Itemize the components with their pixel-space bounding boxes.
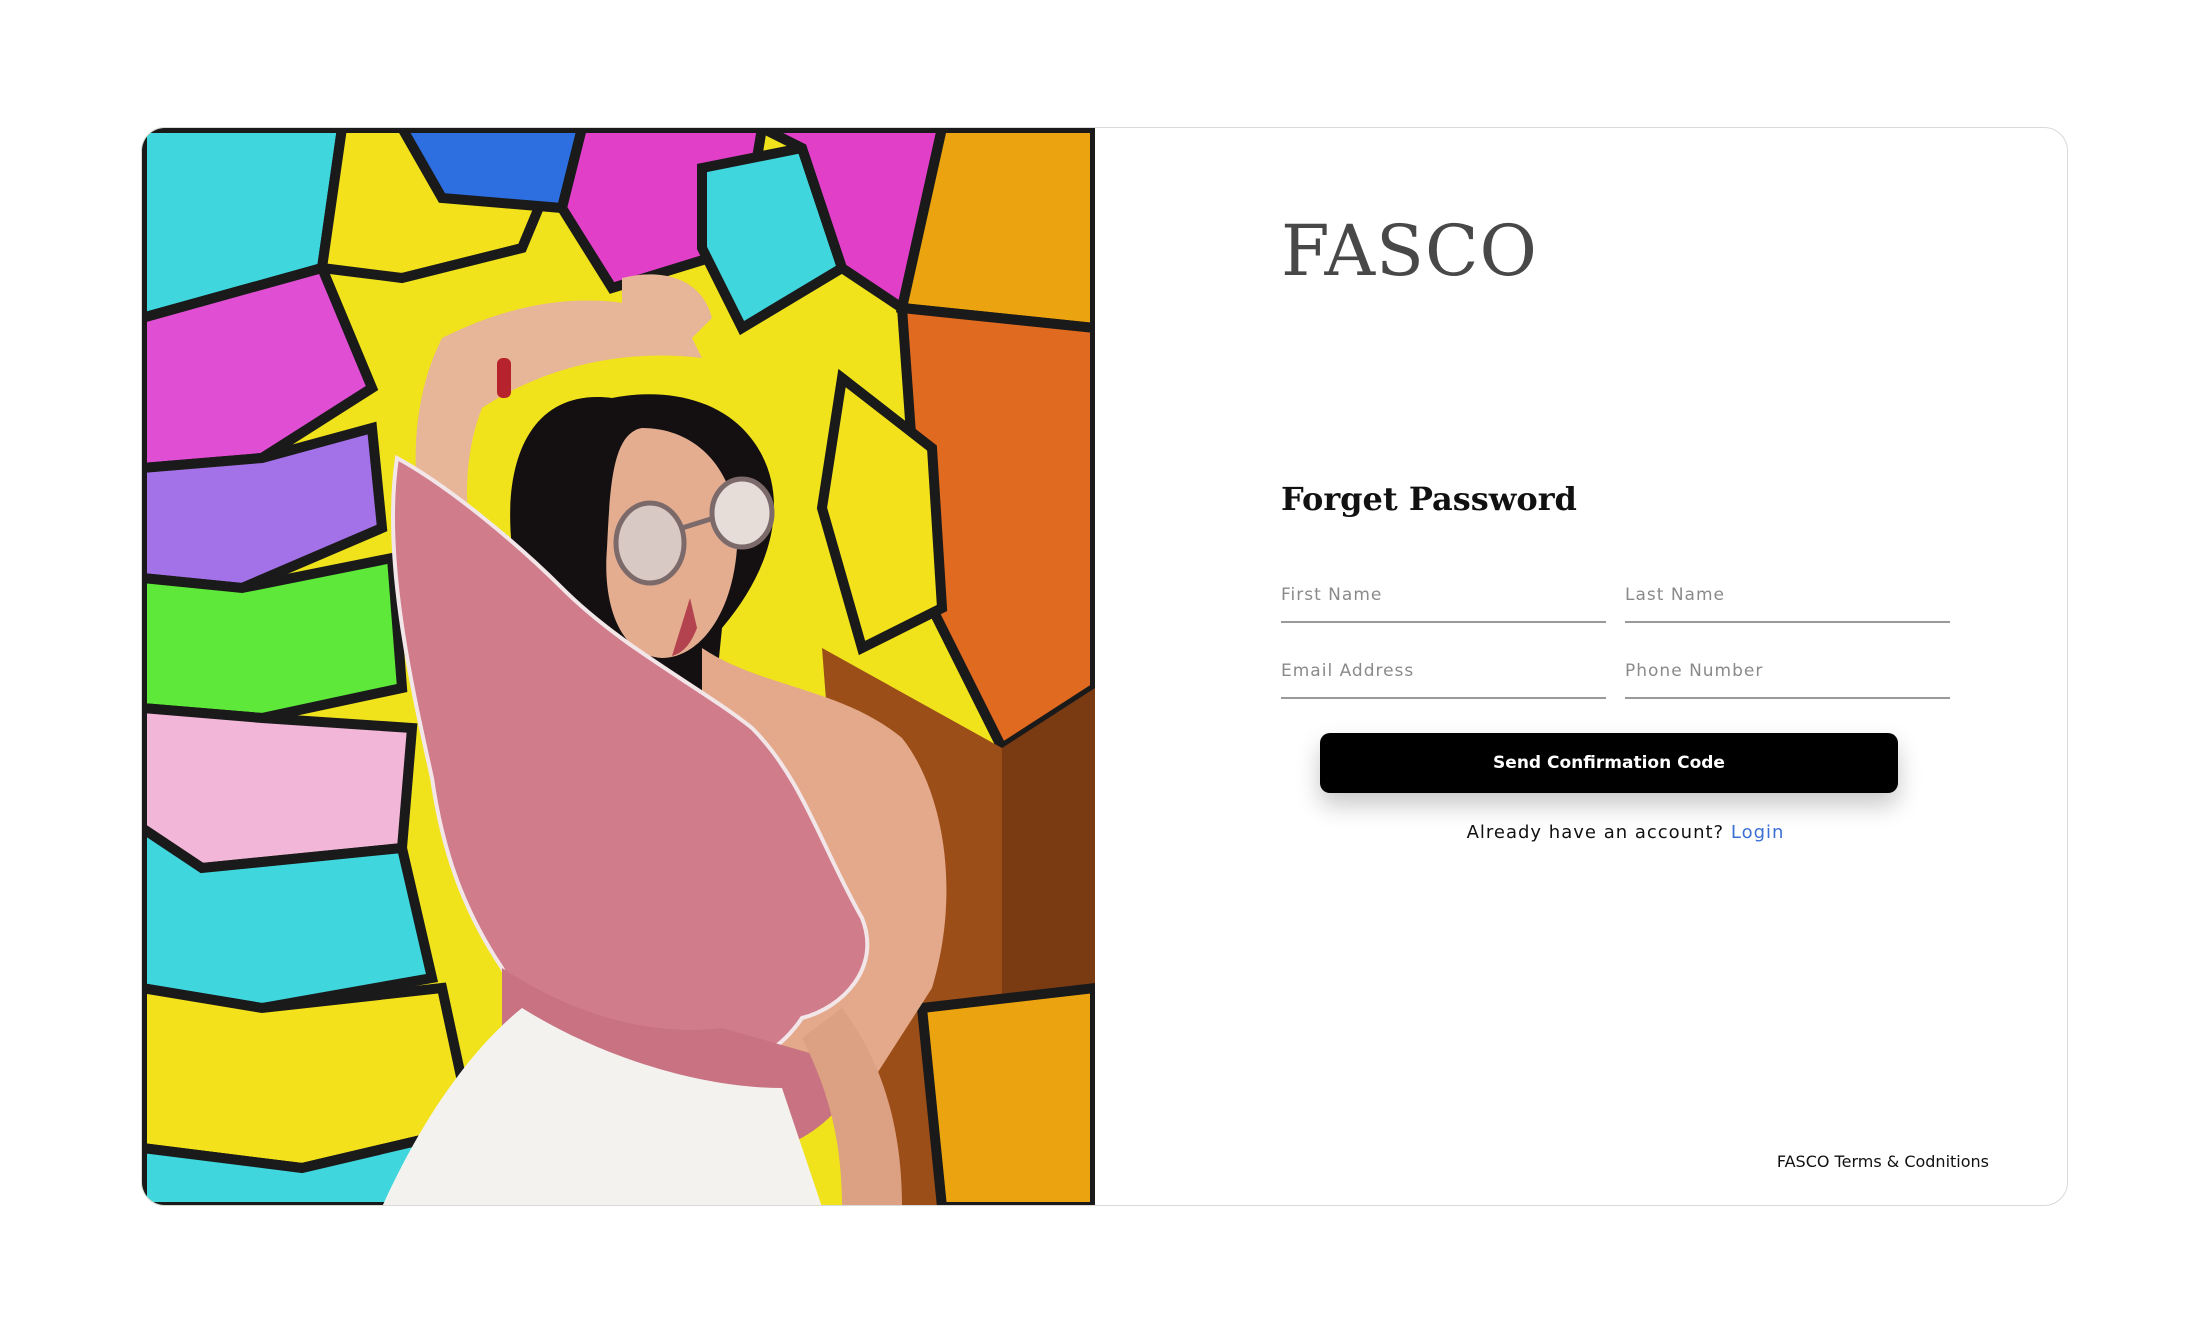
hero-image xyxy=(142,128,1095,1205)
first-name-field-wrap xyxy=(1281,575,1606,623)
page-title: Forget Password xyxy=(1281,480,1577,518)
brand-logo: FASCO xyxy=(1281,210,1538,292)
form-panel: FASCO Forget Password Send Confirmation … xyxy=(1095,128,2067,1205)
auth-card: FASCO Forget Password Send Confirmation … xyxy=(141,127,2068,1206)
account-prompt-text: Already have an account? xyxy=(1466,822,1725,843)
terms-link[interactable]: FASCO Terms & Codnitions xyxy=(1777,1152,1989,1171)
phone-input[interactable] xyxy=(1625,651,1950,697)
first-name-input[interactable] xyxy=(1281,575,1606,621)
hero-illustration xyxy=(142,128,1095,1205)
account-prompt-line: Already have an account? Login xyxy=(1281,822,1970,843)
login-link[interactable]: Login xyxy=(1731,822,1785,843)
email-input[interactable] xyxy=(1281,651,1606,697)
email-field-wrap xyxy=(1281,651,1606,699)
phone-field-wrap xyxy=(1625,651,1950,699)
last-name-field-wrap xyxy=(1625,575,1950,623)
last-name-input[interactable] xyxy=(1625,575,1950,621)
send-confirmation-code-button[interactable]: Send Confirmation Code xyxy=(1320,733,1898,793)
